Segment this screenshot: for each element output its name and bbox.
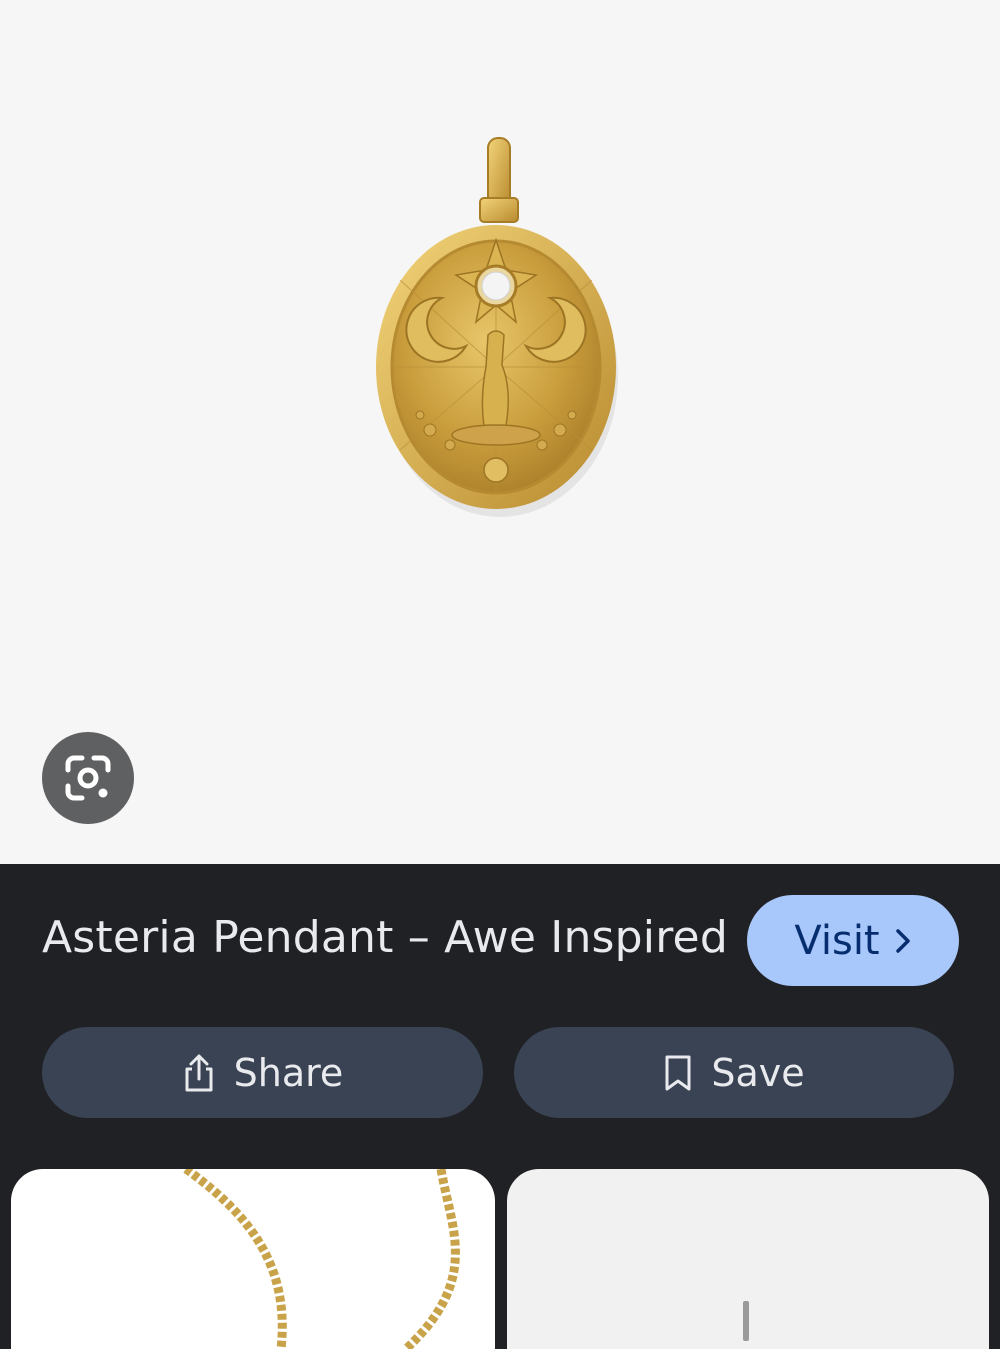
visit-label: Visit: [794, 917, 880, 964]
related-result-thumbnail[interactable]: [11, 1169, 495, 1349]
google-lens-icon: [65, 755, 111, 801]
chevron-right-icon: [895, 928, 910, 953]
product-image: [743, 1301, 749, 1341]
share-icon: [185, 1054, 213, 1091]
bookmark-icon: [665, 1055, 691, 1090]
related-result-thumbnail[interactable]: [507, 1169, 989, 1349]
share-label: Share: [233, 1050, 344, 1095]
share-button[interactable]: Share: [42, 1027, 483, 1118]
result-title[interactable]: Asteria Pendant – Awe Inspired: [42, 912, 728, 963]
visit-button[interactable]: Visit: [747, 895, 959, 986]
pendant-image: [376, 137, 618, 517]
google-lens-button[interactable]: [42, 732, 134, 824]
chain-necklace-image: [183, 1169, 460, 1349]
image-preview[interactable]: [0, 0, 1000, 864]
save-label: Save: [711, 1050, 805, 1095]
save-button[interactable]: Save: [514, 1027, 954, 1118]
